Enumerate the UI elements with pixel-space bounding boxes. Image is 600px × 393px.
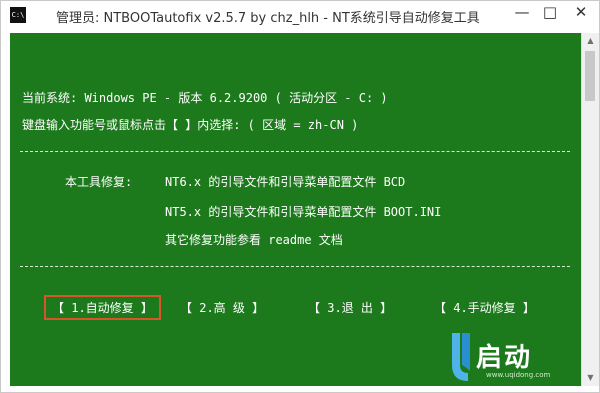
u-logo-icon (452, 333, 470, 381)
menu-exit[interactable]: 【 3.退 出 】 (308, 299, 392, 316)
watermark-text: 启动 (476, 343, 533, 373)
close-button[interactable]: ✕ (564, 1, 598, 25)
menu-auto-repair[interactable]: 【 1.自动修复 】 (44, 295, 161, 320)
maximize-button[interactable]: □ (536, 1, 564, 25)
watermark-logo: 启动 www.uqidong.com (446, 327, 596, 389)
console-window: C:\ 管理员: NTBOOTautofix v2.5.7 by chz_hlh… (0, 0, 600, 393)
watermark-url: www.uqidong.com (486, 371, 551, 379)
minimize-button[interactable]: — (508, 1, 536, 25)
tool-label: 本工具修复: (65, 175, 133, 189)
current-system-line: 当前系统: Windows PE - 版本 6.2.9200 ( 活动分区 - … (22, 91, 388, 105)
menu-advanced[interactable]: 【 2.高 级 】 (180, 299, 264, 316)
input-prompt-line: 键盘输入功能号或鼠标点击【 】内选择: ( 区域 = zh-CN ) (22, 118, 359, 132)
console-icon: C:\ (10, 7, 26, 23)
readme-line: 其它修复功能参看 readme 文档 (165, 233, 343, 247)
window-title: 管理员: NTBOOTautofix v2.5.7 by chz_hlh - N… (56, 11, 480, 26)
fix-nt6-line: NT6.x 的引导文件和引导菜单配置文件 BCD (165, 175, 406, 189)
fix-nt5-line: NT5.x 的引导文件和引导菜单配置文件 BOOT.INI (165, 205, 442, 219)
divider-bottom (20, 266, 570, 267)
divider-top (20, 151, 570, 152)
menu-manual-repair[interactable]: 【 4.手动修复 】 (434, 299, 535, 316)
scroll-thumb[interactable] (585, 51, 595, 101)
title-bar[interactable]: C:\ 管理员: NTBOOTautofix v2.5.7 by chz_hlh… (1, 1, 599, 33)
scroll-up-icon[interactable]: ▲ (582, 33, 599, 49)
